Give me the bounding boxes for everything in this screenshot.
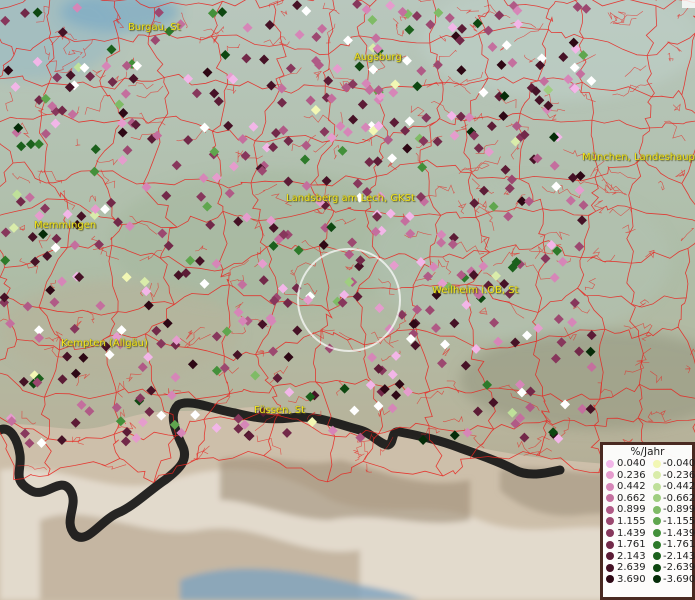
place-label-augsburg: Augsburg [354,52,402,63]
legend-value-negative: -3.690 [663,573,695,585]
place-label-weilheim: Weilheim i.OB, St [432,285,519,296]
legend-swatch-positive [606,540,614,549]
legend-value-negative: -0.236 [663,469,695,481]
legend-swatch-negative [653,552,661,561]
legend-row: 3.690 -3.690 [603,573,695,586]
legend-row: 0.899 -0.899 [603,504,695,516]
legend-value-positive: 1.761 [617,539,646,551]
legend-swatch-negative [653,575,661,584]
legend-swatch-negative [653,563,661,572]
legend-value-negative: -2.143 [663,550,695,562]
legend-swatch-positive [606,482,614,491]
legend-swatch-positive [606,575,614,584]
place-label-fuessen: Füssen, St [254,405,306,416]
legend-value-negative: -1.439 [663,527,695,539]
legend-swatch-positive [606,529,614,538]
legend-row: 0.040 -0.040 [603,458,695,470]
legend-swatch-negative [653,540,661,549]
legend-swatch-negative [653,529,661,538]
legend-row: 1.439 -1.439 [603,527,695,540]
legend-value-negative: -2.639 [663,562,695,574]
legend-swatch-positive [606,471,614,480]
legend-swatch-negative [653,494,661,503]
legend-value-positive: 3.690 [617,573,646,585]
map-view[interactable]: Burgau, St Augsburg München, Landeshaupt… [0,0,695,600]
legend-swatch-negative [653,505,661,514]
legend-value-negative: -0.899 [663,504,695,516]
legend-value-positive: 2.639 [617,562,646,574]
legend-value-negative: -1.155 [663,515,695,527]
place-label-memmingen: Memmingen [34,220,97,231]
legend-row: 1.761 -1.761 [603,539,695,551]
legend-value-negative: -0.040 [663,458,695,469]
legend-value-positive: 0.899 [617,504,646,516]
legend-row: 0.442 -0.442 [603,481,695,493]
legend-value-positive: 1.155 [617,515,646,527]
legend-row: 1.155 -1.155 [603,515,695,528]
place-label-kempten: Kempten (Allgäu) [61,338,148,349]
legend-row: 0.662 -0.662 [603,492,695,505]
legend-swatch-positive [606,517,614,526]
legend-swatch-positive [606,494,614,503]
legend-swatch-positive [606,552,614,561]
corner-marker [682,0,695,8]
legend-value-negative: -0.662 [663,492,695,504]
legend-value-positive: 0.040 [617,458,646,469]
legend-swatch-negative [653,517,661,526]
legend-value-positive: 0.442 [617,481,646,493]
place-label-landsberg: Landsberg am Lech, GKSt [286,193,415,204]
map-canvas[interactable] [0,0,695,600]
legend-value-negative: -0.442 [663,481,695,493]
legend-swatch-negative [653,459,661,468]
legend-swatch-negative [653,471,661,480]
legend-row: 0.236 -0.236 [603,469,695,482]
legend-title: %/Jahr [630,446,665,458]
legend-value-positive: 0.236 [617,469,646,481]
legend-value-negative: -1.761 [663,539,695,551]
legend-value-positive: 2.143 [617,550,646,562]
legend-rows: 0.040 -0.040 0.236 -0.236 0.442 -0.442 0.662 -0… [603,458,695,586]
legend-swatch-positive [606,505,614,514]
legend-swatch-negative [653,482,661,491]
legend-value-positive: 0.662 [617,492,646,504]
legend-row: 2.639 -2.639 [603,562,695,574]
legend-value-positive: 1.439 [617,527,646,539]
legend: %/Jahr 0.040 -0.040 0.236 -0.236 0.442 -0.442… [600,442,695,600]
legend-row: 2.143 -2.143 [603,550,695,563]
place-label-muenchen: München, Landeshaupt [582,152,695,163]
legend-swatch-positive [606,563,614,572]
place-label-burgau: Burgau, St [128,22,181,33]
legend-swatch-positive [606,459,614,468]
